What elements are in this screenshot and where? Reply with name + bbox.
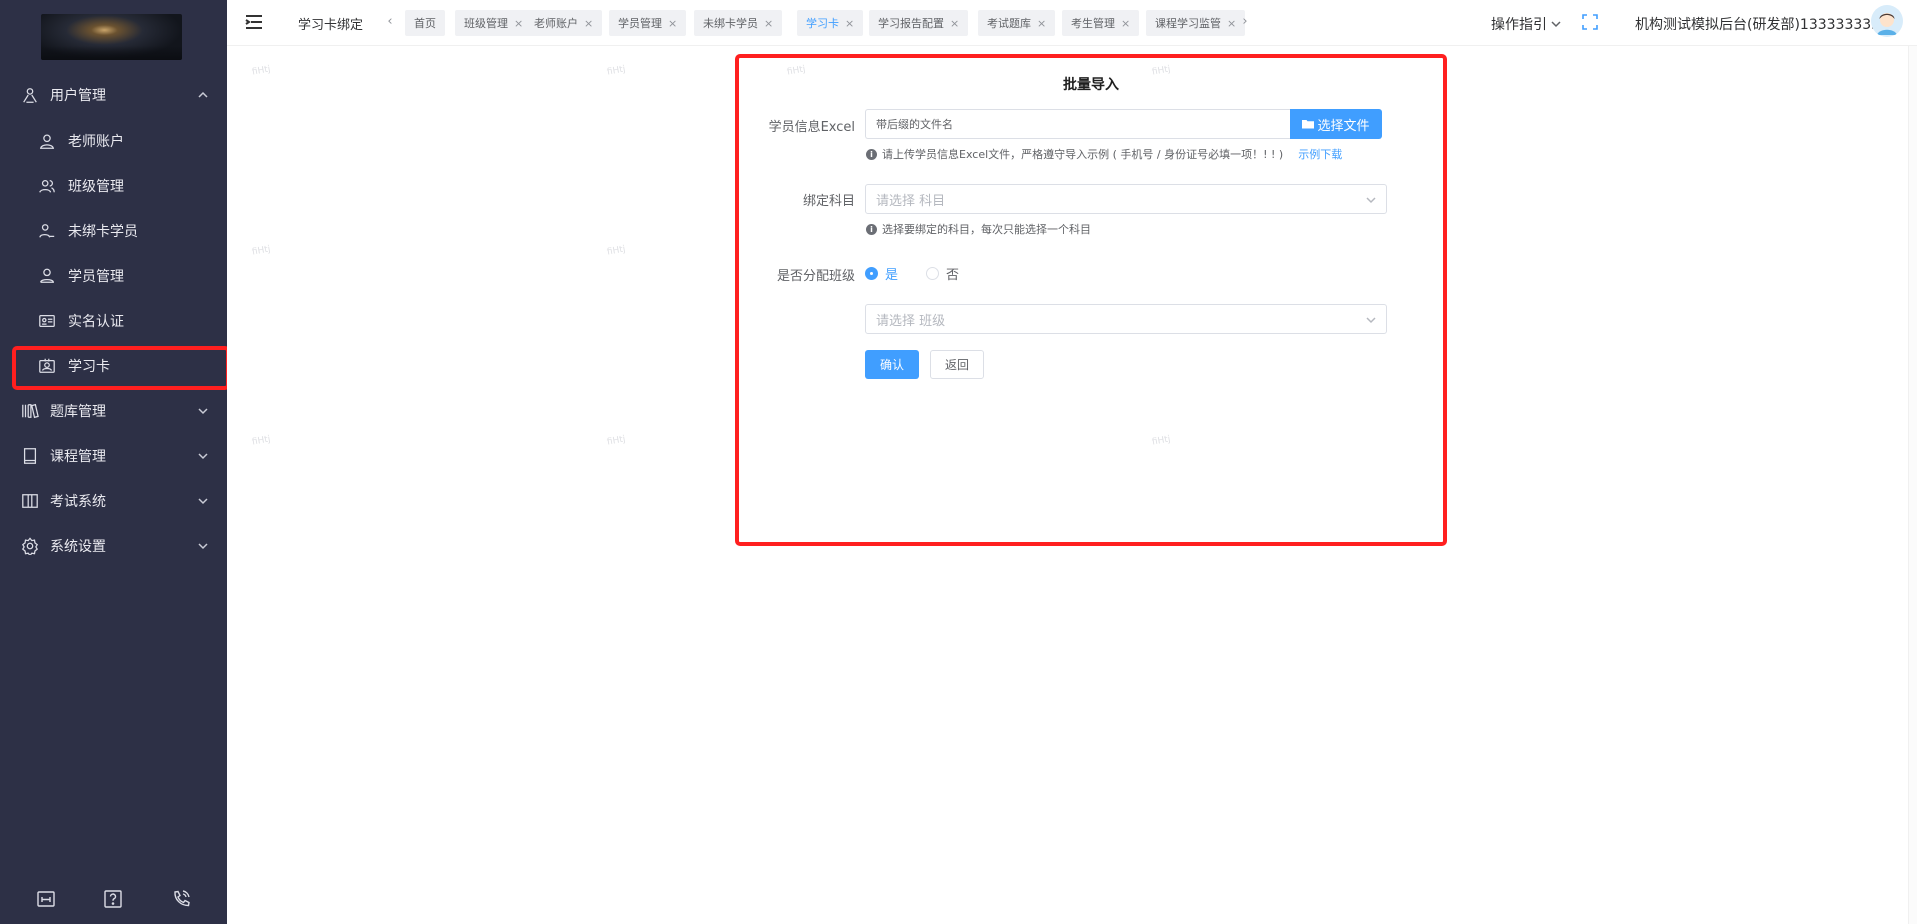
- close-icon[interactable]: ×: [950, 17, 959, 30]
- watermark: fiHtj: [251, 244, 272, 258]
- sidebar-item-class-management[interactable]: 班级管理: [0, 163, 227, 208]
- tab-candidate-management[interactable]: 考生管理 ×: [1062, 10, 1140, 36]
- close-icon[interactable]: ×: [845, 17, 854, 30]
- phone-icon[interactable]: [170, 888, 192, 910]
- close-icon[interactable]: ×: [1121, 17, 1130, 30]
- tab-label: 考试题库: [987, 17, 1031, 30]
- chevron-down-icon: [197, 495, 209, 507]
- top-header: 学习卡绑定 ‹ 首页 班级管理 × 老师账户 × 学员管理 × 未绑卡学员 × 学习卡 ×…: [227, 0, 1917, 46]
- chevron-down-icon: [1551, 21, 1561, 28]
- sidebar-item-label: 班级管理: [68, 178, 124, 195]
- highlight-annotation: [12, 346, 230, 390]
- sidebar-item-exam-system[interactable]: 考试系统: [0, 478, 227, 523]
- watermark: fiHtj: [606, 244, 627, 258]
- chevron-down-icon: [197, 540, 209, 552]
- tabs-prev-arrow[interactable]: ‹: [385, 14, 395, 29]
- chevron-down-icon: [197, 405, 209, 417]
- tab-label: 未绑卡学员: [703, 17, 758, 30]
- page-title: 学习卡绑定: [298, 18, 364, 33]
- tab-home[interactable]: 首页: [405, 10, 445, 36]
- watermark: fiHtj: [251, 434, 272, 448]
- logo-image[interactable]: [41, 14, 182, 60]
- close-icon[interactable]: ×: [584, 17, 593, 30]
- sidebar-item-course-management[interactable]: 课程管理: [0, 433, 227, 478]
- operation-guide-dropdown[interactable]: 操作指引: [1491, 14, 1561, 34]
- watermark: fiHtj: [606, 434, 627, 448]
- tab-teacher-accounts[interactable]: 老师账户 ×: [525, 10, 603, 36]
- screen-icon[interactable]: [35, 888, 57, 910]
- chevron-down-icon: [197, 450, 209, 462]
- tab-unbound-students[interactable]: 未绑卡学员 ×: [694, 10, 783, 36]
- person-icon: [37, 131, 57, 151]
- sidebar-item-label: 老师账户: [68, 133, 124, 150]
- watermark: fiHtj: [606, 64, 627, 78]
- tab-label: 班级管理: [464, 17, 508, 30]
- sidebar-footer: [0, 888, 227, 910]
- scrollbar[interactable]: [1908, 46, 1917, 924]
- exam-icon: [20, 491, 40, 511]
- watermark: fiHtj: [251, 64, 272, 78]
- people-icon: [37, 176, 57, 196]
- person-minus-icon: [37, 221, 57, 241]
- tab-exam-question-bank[interactable]: 考试题库 ×: [978, 10, 1056, 36]
- tab-label: 学习卡: [806, 17, 839, 30]
- gear-icon: [20, 536, 40, 556]
- tab-label: 考生管理: [1071, 17, 1115, 30]
- tab-course-study-supervision[interactable]: 课程学习监管 ×: [1146, 10, 1246, 36]
- sidebar-item-label: 题库管理: [50, 403, 106, 420]
- help-icon[interactable]: [102, 888, 124, 910]
- person-outline-icon: [37, 266, 57, 286]
- close-icon[interactable]: ×: [1037, 17, 1046, 30]
- tab-student-management[interactable]: 学员管理 ×: [609, 10, 687, 36]
- tab-label: 老师账户: [534, 17, 578, 30]
- user-name[interactable]: 机构测试模拟后台(研发部)1333333333: [1635, 14, 1889, 34]
- tab-label: 学习报告配置: [878, 17, 944, 30]
- sidebar-item-unbound-students[interactable]: 未绑卡学员: [0, 208, 227, 253]
- fullscreen-icon[interactable]: [1582, 14, 1598, 30]
- tab-label: 首页: [414, 17, 436, 30]
- sidebar-item-system-settings[interactable]: 系统设置: [0, 523, 227, 568]
- sidebar: 用户管理 老师账户 班级管理 未绑卡学员 学员管理 实名认证 学习卡 题库管理 …: [0, 0, 230, 924]
- chevron-up-icon: [197, 89, 209, 101]
- books-icon: [20, 401, 40, 421]
- tab-study-report-config[interactable]: 学习报告配置 ×: [869, 10, 969, 36]
- menu-toggle-icon[interactable]: [245, 14, 263, 30]
- tabs-next-arrow[interactable]: ›: [1240, 14, 1250, 29]
- close-icon[interactable]: ×: [1227, 17, 1236, 30]
- form-highlight-annotation: [735, 54, 1447, 546]
- sidebar-item-label: 学员管理: [68, 268, 124, 285]
- tab-label: 课程学习监管: [1155, 17, 1221, 30]
- sidebar-item-label: 用户管理: [50, 87, 106, 104]
- sidebar-item-label: 系统设置: [50, 538, 106, 555]
- sidebar-item-label: 考试系统: [50, 493, 106, 510]
- close-icon[interactable]: ×: [764, 17, 773, 30]
- sidebar-item-question-bank[interactable]: 题库管理: [0, 388, 227, 433]
- sidebar-item-label: 实名认证: [68, 313, 124, 330]
- sidebar-item-user-management[interactable]: 用户管理: [0, 72, 227, 117]
- sidebar-item-label: 课程管理: [50, 448, 106, 465]
- sidebar-item-teacher-accounts[interactable]: 老师账户: [0, 118, 227, 163]
- user-group-icon: [20, 85, 40, 105]
- sidebar-item-real-name-auth[interactable]: 实名认证: [0, 298, 227, 343]
- guide-label: 操作指引: [1491, 17, 1547, 33]
- tab-study-card[interactable]: 学习卡 ×: [797, 10, 864, 36]
- tab-class-management[interactable]: 班级管理 ×: [455, 10, 533, 36]
- tab-label: 学员管理: [618, 17, 662, 30]
- sidebar-item-label: 未绑卡学员: [68, 223, 138, 240]
- close-icon[interactable]: ×: [668, 17, 677, 30]
- sidebar-item-student-management[interactable]: 学员管理: [0, 253, 227, 298]
- avatar[interactable]: [1871, 5, 1903, 37]
- close-icon[interactable]: ×: [514, 17, 523, 30]
- book-icon: [20, 446, 40, 466]
- id-card-icon: [37, 311, 57, 331]
